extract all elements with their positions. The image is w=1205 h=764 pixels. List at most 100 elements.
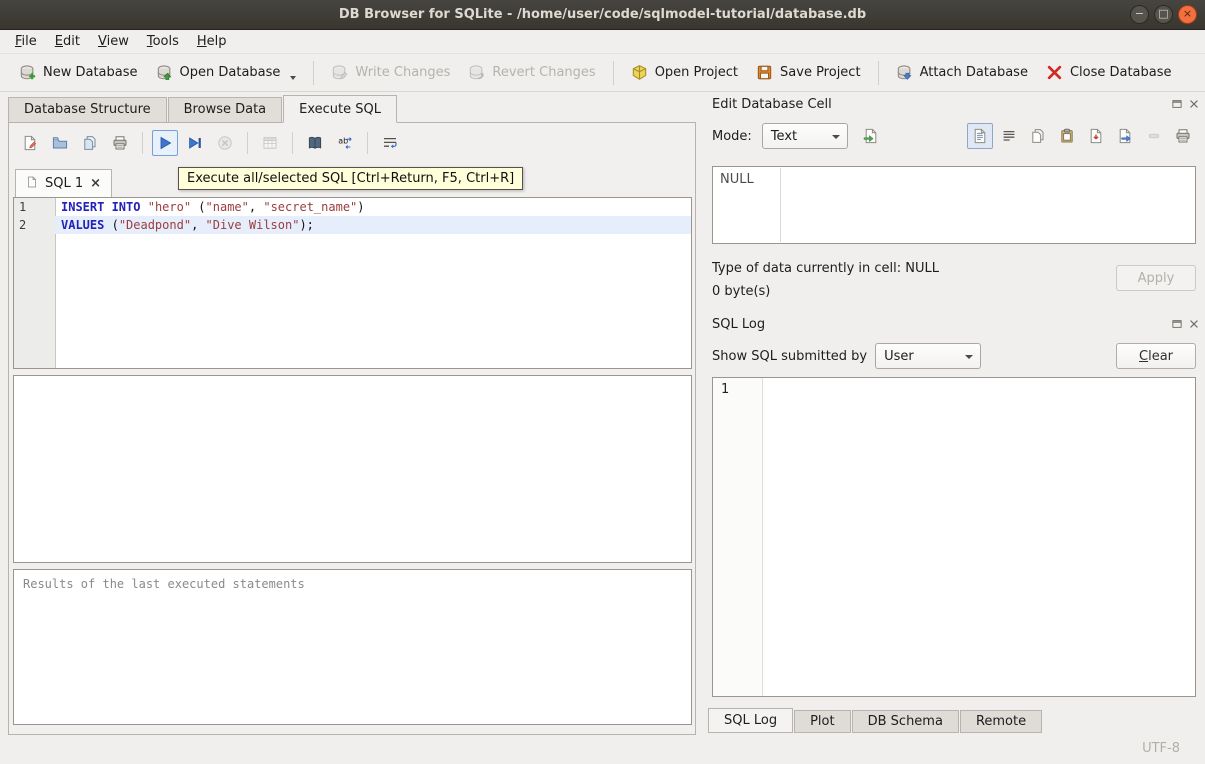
dock-tab-db-schema[interactable]: DB Schema [852,710,959,733]
clear-button-label: Clear [1139,349,1173,364]
open-project-icon [631,64,648,81]
cell-editor[interactable]: NULL [712,166,1196,244]
sql-editor[interactable]: 1INSERT INTO "hero" ("name", "secret_nam… [13,197,692,369]
close-dock-icon[interactable] [1187,318,1200,331]
edit-cell-toolbar: Mode: Text [712,122,1196,150]
save-as-button[interactable] [1083,123,1109,149]
toolbar-separator [313,61,314,85]
tab-execute-sql[interactable]: Execute SQL [283,95,397,123]
toolbar-button-label: Open Database [180,65,281,80]
toolbar-button-label: New Database [43,65,138,80]
menu-help[interactable]: Help [188,32,236,51]
menu-edit[interactable]: Edit [46,32,89,51]
sql-log-dock-title: SQL Log [712,317,765,332]
code-line: INSERT INTO "hero" ("name", "secret_name… [55,198,691,216]
menubar: FileEditViewToolsHelp [0,30,1205,54]
editor-line-1: 1INSERT INTO "hero" ("name", "secret_nam… [14,198,691,216]
cell-type-info: Type of data currently in cell: NULL [712,257,939,280]
toolbar-separator [613,61,614,85]
window-title: DB Browser for SQLite - /home/user/code/… [0,0,1205,30]
sql-log-dock-header: SQL Log [712,314,1200,334]
main-toolbar: New DatabaseOpen DatabaseWrite ChangesRe… [0,54,1205,92]
new-sql-tab-button[interactable] [17,130,43,156]
new-database-button[interactable]: New Database [10,58,147,87]
export-cell-button[interactable] [1112,123,1138,149]
attach-database-icon [896,64,913,81]
cell-tools-right [967,123,1196,149]
log-filter-value: User [884,349,914,364]
close-button[interactable]: × [1178,5,1197,24]
dock-tab-sql-log[interactable]: SQL Log [708,708,793,733]
edit-cell-dock-title: Edit Database Cell [712,97,832,112]
right-dock: Edit Database Cell Mode: Text NULL Type … [704,92,1205,735]
open-database-button[interactable]: Open Database [147,58,306,87]
titlebar: DB Browser for SQLite - /home/user/code/… [0,0,1205,30]
edit-cell-dock-header: Edit Database Cell [712,94,1200,114]
line-number: 1 [14,198,55,216]
sql-log-view[interactable]: 1 [712,377,1196,697]
log-filter-label: Show SQL submitted by [712,349,867,364]
apply-button-label: Apply [1138,271,1175,286]
mode-combo-value: Text [771,129,797,144]
float-dock-icon[interactable] [1170,98,1183,111]
save-project-icon [756,64,773,81]
minimize-button[interactable]: − [1130,5,1149,24]
sql-file-icon [26,176,38,192]
new-database-icon [19,64,36,81]
line-number: 2 [14,216,55,234]
window-controls: −□ × [1130,5,1197,24]
tab-browse-data[interactable]: Browse Data [168,97,283,122]
log-filter-combo[interactable]: User [875,343,981,369]
word-wrap-cell-button[interactable] [996,123,1022,149]
find-replace-button[interactable]: ab [332,130,358,156]
close-dock-icon[interactable] [1187,98,1200,111]
import-from-file-button[interactable] [858,123,884,149]
cell-value: NULL [720,172,754,187]
menu-view[interactable]: View [89,32,138,51]
toolbar-separator [292,132,293,154]
close-database-button[interactable]: Close Database [1037,58,1181,87]
find-button[interactable] [302,130,328,156]
print-sql-button[interactable] [107,130,133,156]
sql-tab-label: SQL 1 [45,176,83,191]
copy-cell-button[interactable] [1025,123,1051,149]
save-project-button[interactable]: Save Project [747,58,870,87]
float-dock-icon[interactable] [1170,318,1183,331]
mode-combo[interactable]: Text [762,123,848,149]
statusbar: UTF-8 [0,735,1205,764]
open-sql-file-button[interactable] [47,130,73,156]
toolbar-button-label: Close Database [1070,65,1172,80]
print-cell-button[interactable] [1170,123,1196,149]
menu-file[interactable]: File [6,32,46,51]
execute-line-button[interactable] [182,130,208,156]
dock-tab-plot[interactable]: Plot [794,710,851,733]
tab-database-structure[interactable]: Database Structure [8,97,167,122]
execute-all-button[interactable] [152,130,178,156]
write-changes-button: Write Changes [322,58,459,87]
execute-sql-panel: ab SQL 1 × 1INSERT INTO "hero" ("name", … [8,122,696,735]
dock-tab-remote[interactable]: Remote [960,710,1042,733]
main-tab-bar: Database StructureBrowse DataExecute SQL [8,95,398,122]
tab-sql-1[interactable]: SQL 1 × [15,169,112,197]
sql-toolbar: ab [17,127,403,159]
results-message-area[interactable]: Results of the last executed statements [13,569,692,725]
open-database-icon [156,64,173,81]
menu-tools[interactable]: Tools [138,32,188,51]
clear-button[interactable]: Clear [1116,343,1196,369]
mode-label: Mode: [712,129,752,144]
apply-button: Apply [1116,265,1196,291]
attach-database-button[interactable]: Attach Database [887,58,1037,87]
svg-text:ab: ab [338,137,348,146]
save-sql-file-button[interactable] [77,130,103,156]
word-wrap-button[interactable] [377,130,403,156]
paste-cell-button[interactable] [1054,123,1080,149]
close-tab-icon[interactable]: × [90,177,101,190]
toolbar-separator [367,132,368,154]
editor-line-2: 2VALUES ("Deadpond", "Dive Wilson"); [14,216,691,234]
open-project-button[interactable]: Open Project [622,58,747,87]
write-changes-icon [331,64,348,81]
toolbar-button-label: Open Project [655,65,738,80]
dropdown-arrow-icon[interactable] [290,76,296,80]
text-view-button[interactable] [967,123,993,149]
maximize-button[interactable]: □ [1154,5,1173,24]
